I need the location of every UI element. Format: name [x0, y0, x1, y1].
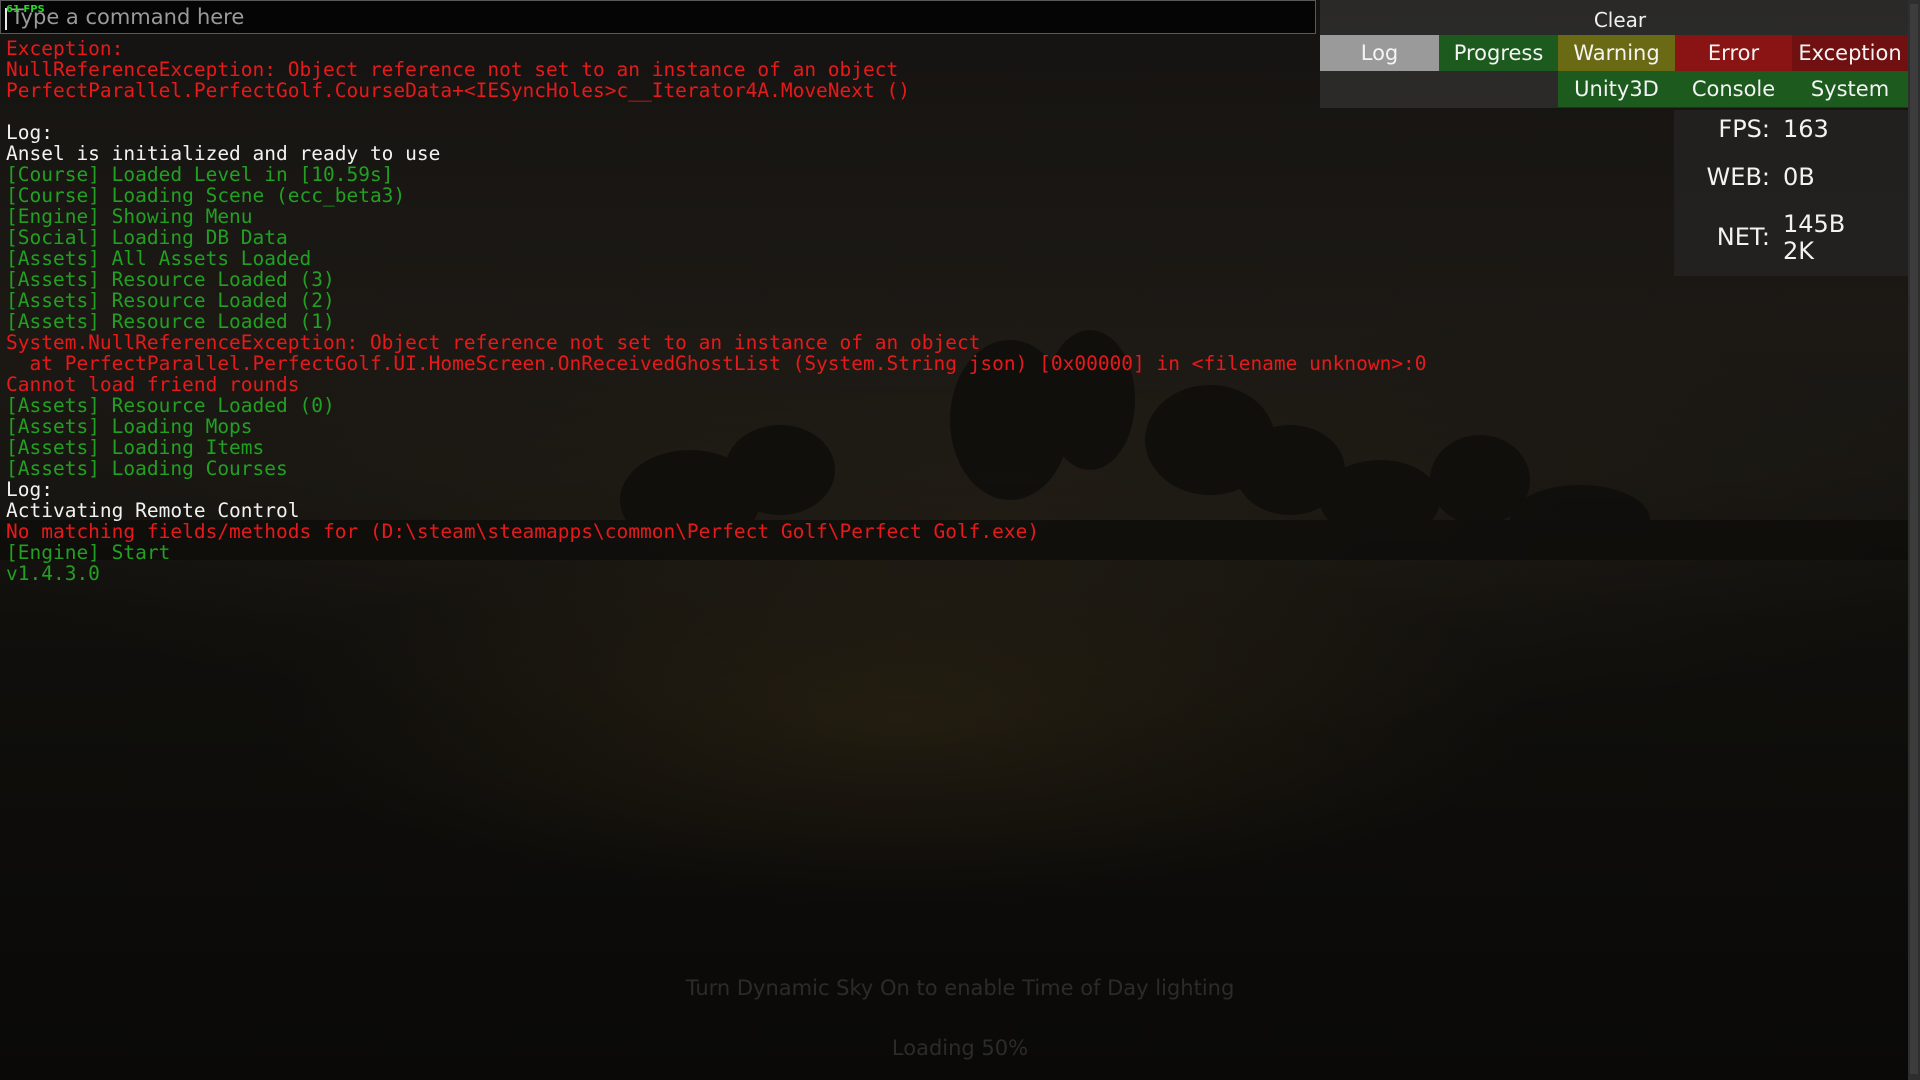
scrollbar-thumb[interactable]: [1910, 4, 1918, 1074]
log-line: [Assets] Resource Loaded (3): [6, 268, 335, 291]
log-line: [Assets] Resource Loaded (0): [6, 394, 335, 417]
log-line: [Assets] All Assets Loaded: [6, 247, 312, 270]
tab-unity3d[interactable]: Unity3D: [1558, 71, 1675, 107]
net-label: NET:: [1716, 223, 1770, 251]
tab-warning[interactable]: Warning: [1558, 35, 1675, 71]
web-label: WEB:: [1706, 163, 1770, 191]
loading-progress-text: Loading 50%: [891, 1036, 1029, 1060]
log-line: Activating Remote Control: [6, 499, 300, 522]
dynamic-sky-hint: Turn Dynamic Sky On to enable Time of Da…: [685, 976, 1235, 1000]
log-line: [Engine] Showing Menu: [6, 205, 253, 228]
tab-error[interactable]: Error: [1675, 35, 1792, 71]
log-line: Ansel is initialized and ready to use: [6, 142, 441, 165]
clear-button[interactable]: Clear: [1320, 4, 1920, 36]
tab-console[interactable]: Console: [1675, 71, 1792, 107]
log-line: [Assets] Loading Items: [6, 436, 265, 459]
log-line: at PerfectParallel.PerfectGolf.UI.HomeSc…: [6, 352, 1427, 375]
tab-exception[interactable]: Exception: [1792, 35, 1908, 71]
net-value-line2: 2K: [1783, 237, 1815, 265]
log-line: v1.4.3.0: [6, 562, 100, 585]
net-value-line1: 145B: [1783, 210, 1846, 238]
log-line: No matching fields/methods for (D:\steam…: [6, 520, 1040, 543]
fps-overlay: 61 FPS: [6, 4, 45, 15]
tab-system[interactable]: System: [1792, 71, 1908, 107]
log-line: [Assets] Loading Courses: [6, 457, 288, 480]
command-input[interactable]: [7, 4, 1301, 30]
log-line: [Social] Loading DB Data: [6, 226, 288, 249]
log-line: Cannot load friend rounds: [6, 373, 300, 396]
log-line: Log:: [6, 478, 53, 501]
log-line: [Course] Loaded Level in [10.59s]: [6, 163, 394, 186]
log-line: [Engine] Start: [6, 541, 171, 564]
fps-value: 163: [1783, 115, 1829, 143]
command-bar: 61 FPS: [0, 0, 1316, 34]
tab-progress[interactable]: Progress: [1439, 35, 1558, 71]
web-value: 0B: [1783, 163, 1815, 191]
log-line: System.NullReferenceException: Object re…: [6, 331, 981, 354]
console-log-output: Exception: NullReferenceException: Object…: [6, 38, 1646, 584]
log-line: Log:: [6, 121, 53, 144]
log-line: [Assets] Loading Mops: [6, 415, 253, 438]
fps-label: FPS:: [1718, 115, 1770, 143]
log-line: [Course] Loading Scene (ecc_beta3): [6, 184, 406, 207]
tab-log[interactable]: Log: [1320, 35, 1439, 71]
log-line: [Assets] Resource Loaded (2): [6, 289, 335, 312]
log-line: [Assets] Resource Loaded (1): [6, 310, 335, 333]
vertical-scrollbar[interactable]: [1908, 0, 1920, 1080]
